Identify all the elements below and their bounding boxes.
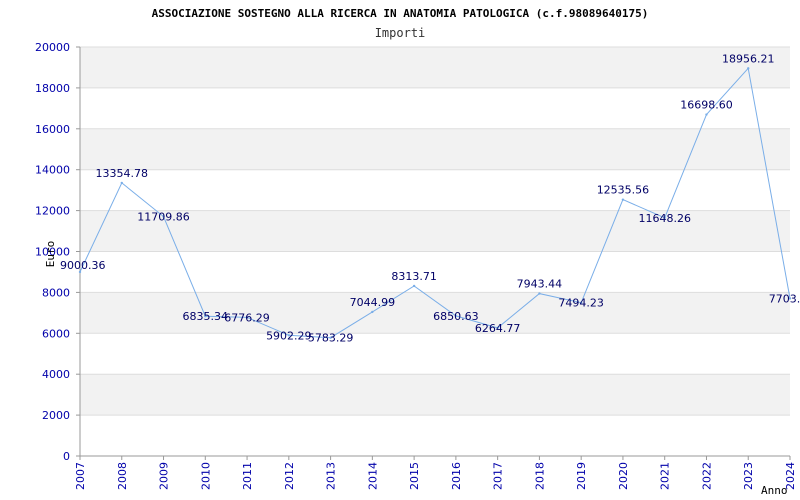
data-label: 11648.26: [638, 212, 691, 225]
y-tick-label: 16000: [35, 123, 70, 136]
y-tick-label: 0: [63, 450, 70, 463]
x-tick-label: 2023: [742, 462, 755, 490]
data-label: 7943.44: [517, 278, 563, 291]
background-band: [80, 47, 790, 88]
x-tick-label: 2017: [492, 462, 505, 490]
data-label: 5902.29: [266, 329, 312, 342]
y-tick-label: 2000: [42, 409, 70, 422]
data-point: [538, 292, 541, 295]
y-axis-label: Euro: [44, 241, 57, 268]
line-chart: ASSOCIAZIONE SOSTEGNO ALLA RICERCA IN AN…: [35, 7, 800, 497]
x-tick-label: 2009: [158, 462, 171, 490]
background-band: [80, 374, 790, 416]
y-tick-label: 8000: [42, 286, 70, 299]
chart-subtitle: Importi: [375, 26, 426, 40]
data-label: 5783.29: [308, 332, 354, 345]
x-axis-label: Anno: [761, 484, 788, 497]
chart-title: ASSOCIAZIONE SOSTEGNO ALLA RICERCA IN AN…: [152, 7, 649, 20]
x-tick-label: 2007: [74, 462, 87, 490]
data-point: [705, 113, 708, 116]
y-tick-label: 6000: [42, 327, 70, 340]
data-label: 11709.86: [137, 211, 190, 224]
data-label: 6264.77: [475, 322, 521, 335]
y-tick-label: 18000: [35, 82, 70, 95]
y-tick-label: 12000: [35, 205, 70, 218]
data-point: [747, 67, 750, 70]
data-label: 18956.21: [722, 52, 775, 65]
y-axis-ticks: 0200040006000800010000120001400016000180…: [35, 41, 80, 463]
y-tick-label: 4000: [42, 368, 70, 381]
x-tick-label: 2018: [533, 462, 546, 490]
x-tick-label: 2020: [617, 462, 630, 490]
y-tick-label: 20000: [35, 41, 70, 54]
x-tick-label: 2022: [700, 462, 713, 490]
x-tick-label: 2014: [366, 462, 379, 490]
x-tick-label: 2021: [659, 462, 672, 490]
data-label: 6835.34: [183, 310, 229, 323]
data-point: [412, 284, 416, 288]
x-tick-label: 2016: [450, 462, 463, 490]
y-tick-label: 14000: [35, 164, 70, 177]
x-tick-label: 2015: [408, 462, 421, 490]
data-label: 7044.99: [350, 296, 396, 309]
data-label: 8313.71: [391, 270, 437, 283]
data-label: 13354.78: [96, 167, 149, 180]
data-label: 12535.56: [597, 184, 650, 197]
x-tick-label: 2019: [575, 462, 588, 490]
background-band: [80, 128, 790, 170]
data-label: 7494.23: [558, 297, 604, 310]
x-tick-label: 2012: [283, 462, 296, 490]
x-tick-label: 2011: [241, 462, 254, 490]
x-tick-label: 2010: [199, 462, 212, 490]
data-label: 6850.63: [433, 310, 479, 323]
x-tick-label: 2013: [325, 462, 338, 490]
data-label: 6776.29: [224, 311, 270, 324]
data-point: [371, 310, 374, 314]
data-label: 16698.60: [680, 99, 733, 112]
x-tick-label: 2008: [116, 462, 129, 490]
data-label: 7703.8: [769, 292, 800, 305]
data-label: 9000.36: [60, 259, 106, 272]
data-point: [120, 181, 123, 185]
x-axis-ticks: 2007 2008 2009 2010 2011 2012 2013 2014 2015 2016…: [74, 456, 797, 490]
data-point: [621, 198, 625, 201]
